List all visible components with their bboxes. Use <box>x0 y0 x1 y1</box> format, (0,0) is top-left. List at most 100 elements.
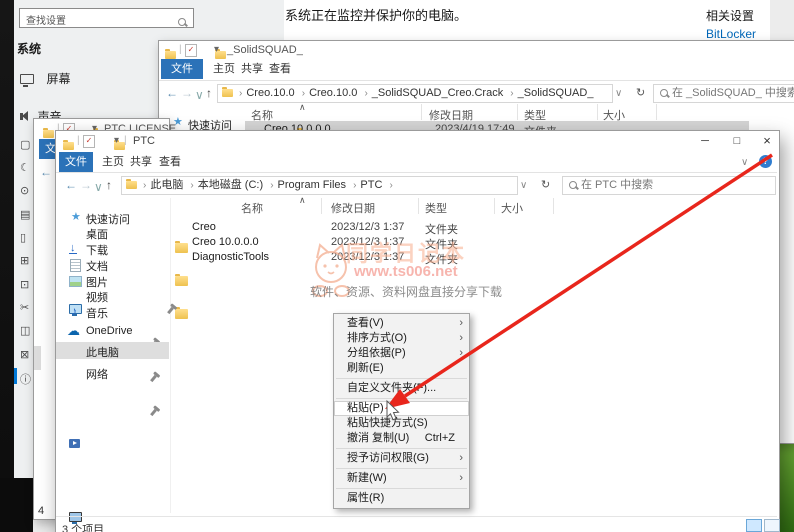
ribbon-expand-icon[interactable]: ∨ <box>741 157 748 168</box>
ribbon-tab-share[interactable]: 共享 <box>130 152 152 172</box>
context-menu-item-refresh[interactable]: 刷新(E) <box>334 361 469 376</box>
folder-icon <box>43 130 54 138</box>
context-menu-item-undo-copy[interactable]: 撤消 复制(U) Ctrl+Z <box>334 431 469 446</box>
status-item-count: 4 <box>38 505 44 517</box>
remote-desktop-icon[interactable]: ⊠ <box>20 348 29 361</box>
tablet-icon[interactable]: ▯ <box>20 231 26 244</box>
ribbon-tab-file[interactable]: 文件 <box>161 59 203 79</box>
ribbon-tab-home[interactable]: 主页 <box>213 59 235 79</box>
folder-icon <box>175 309 188 319</box>
shared-experiences-icon[interactable]: ✂ <box>20 301 29 314</box>
ribbon-tab-home[interactable]: 主页 <box>102 152 124 172</box>
address-dropdown-icon[interactable]: ∨ <box>615 88 622 99</box>
file-name[interactable]: Creo <box>192 221 216 233</box>
help-icon[interactable]: ? <box>759 155 772 168</box>
up-button[interactable]: ↑ <box>206 86 212 100</box>
properties-icon[interactable]: ✓ <box>83 135 95 148</box>
documents-icon <box>70 259 81 272</box>
search-box[interactable]: 在 PTC 中搜索 <box>562 176 776 195</box>
breadcrumb-item[interactable]: Creo.10.0 <box>309 87 357 99</box>
column-header-type[interactable]: 类型 <box>425 200 447 216</box>
storage-icon[interactable]: ▤ <box>20 208 30 221</box>
menu-item-label: 授予访问权限(G) <box>347 452 429 464</box>
search-icon <box>178 18 186 26</box>
refresh-icon[interactable]: ↻ <box>541 178 550 191</box>
column-header-name[interactable]: 名称 <box>241 200 263 216</box>
maximize-button[interactable]: □ <box>724 131 750 151</box>
menu-item-label: 查看(V) <box>347 317 384 329</box>
up-button[interactable]: ↑ <box>106 178 112 192</box>
minimize-button[interactable]: ─ <box>692 131 718 151</box>
scrollbar-thumb[interactable] <box>34 346 41 370</box>
breadcrumb-item[interactable]: _SolidSQUAD_ <box>518 87 594 99</box>
breadcrumb-item[interactable]: PTC <box>360 179 382 191</box>
back-button[interactable]: ← <box>65 178 77 192</box>
about-icon[interactable]: ⓘ <box>20 371 31 387</box>
properties-icon[interactable]: ✓ <box>185 44 197 57</box>
context-menu-item-new[interactable]: 新建(W) › <box>334 471 469 486</box>
sort-ascending-icon: ∧ <box>299 195 306 206</box>
file-date: 2023/12/3 1:37 <box>331 221 404 233</box>
context-menu-item-properties[interactable]: 属性(R) <box>334 491 469 506</box>
qat-dropdown-icon[interactable]: ▾ <box>114 135 119 146</box>
sidebar-quick-access[interactable]: 快速访问 <box>86 211 130 227</box>
details-view-button[interactable] <box>746 519 762 532</box>
breadcrumb-item[interactable]: Program Files <box>278 179 346 191</box>
forward-button[interactable]: → <box>181 86 193 100</box>
refresh-icon[interactable]: ↻ <box>636 86 645 99</box>
qat-dropdown-icon[interactable]: ▾ <box>214 44 219 55</box>
projecting-icon[interactable]: ⊡ <box>20 278 29 291</box>
selected-nav-indicator <box>14 368 17 384</box>
sidebar-item-label: 视频 <box>86 289 108 305</box>
sidebar-item-downloads[interactable]: ↓ 下载 <box>56 221 779 239</box>
clipboard-icon[interactable]: ◫ <box>20 324 30 337</box>
settings-search-input[interactable]: 查找设置 <box>19 8 194 28</box>
breadcrumb-item[interactable]: 本地磁盘 (C:) <box>198 179 263 191</box>
focus-assist-icon[interactable]: ☾ <box>20 161 30 174</box>
address-dropdown-icon[interactable]: ∨ <box>520 180 527 191</box>
back-button[interactable]: ← <box>40 165 52 179</box>
settings-nav-display[interactable]: 屏幕 <box>20 70 70 88</box>
back-button[interactable]: ← <box>166 86 178 100</box>
sidebar-item-documents[interactable]: 文档 <box>56 239 779 257</box>
crumb-separator-icon: › <box>266 180 277 191</box>
breadcrumb-item[interactable]: Creo.10.0 <box>246 87 294 99</box>
close-button[interactable]: × <box>754 131 780 151</box>
column-header-date[interactable]: 修改日期 <box>331 200 375 216</box>
address-bar[interactable]: ›Creo.10.0 ›Creo.10.0 ›_SolidSQUAD_Creo.… <box>217 84 613 103</box>
file-name[interactable]: Creo 10.0.0.0 <box>192 236 259 248</box>
crumb-separator-icon: › <box>385 180 396 191</box>
column-header-size[interactable]: 大小 <box>501 200 523 216</box>
context-menu-item-sort-by[interactable]: 排序方式(O) › <box>334 331 469 346</box>
recent-locations-dropdown[interactable]: ∨ <box>195 88 204 102</box>
context-menu-item-group-by[interactable]: 分组依据(P) › <box>334 346 469 361</box>
search-box[interactable]: 在 _SolidSQUAD_ 中搜索 <box>653 84 794 103</box>
search-placeholder: 在 PTC 中搜索 <box>581 179 653 191</box>
context-menu-item-customize-folder[interactable]: 自定义文件夹(F)... <box>334 381 469 396</box>
file-name[interactable]: DiagnosticTools <box>192 251 269 263</box>
notifications-icon[interactable]: ▢ <box>20 138 30 151</box>
sidebar-item-pictures[interactable]: 图片 <box>56 257 779 275</box>
recent-locations-dropdown[interactable]: ∨ <box>94 180 103 194</box>
context-menu-item-paste-shortcut[interactable]: 粘贴快捷方式(S) <box>334 416 469 431</box>
security-status-text: 系统正在监控并保护你的电脑。 <box>285 5 467 24</box>
multitasking-icon[interactable]: ⊞ <box>20 254 29 267</box>
context-menu-item-paste[interactable]: 粘贴(P) <box>334 401 469 416</box>
sidebar-item-videos[interactable]: 视频 <box>56 275 779 293</box>
ribbon-tab-file[interactable]: 文件 <box>59 152 93 172</box>
context-menu-item-give-access[interactable]: 授予访问权限(G) › <box>334 451 469 466</box>
ribbon-tab-share[interactable]: 共享 <box>241 59 263 79</box>
address-bar[interactable]: ›此电脑 ›本地磁盘 (C:) ›Program Files ›PTC › <box>121 176 518 195</box>
breadcrumb-item[interactable]: 此电脑 <box>150 179 183 191</box>
ribbon-tab-view[interactable]: 查看 <box>269 59 291 79</box>
power-sleep-icon[interactable]: ⊙ <box>20 184 29 197</box>
sidebar-item-label: 此电脑 <box>86 344 119 360</box>
desktop-bottom-left <box>0 478 33 532</box>
thumbnail-view-button[interactable] <box>764 519 780 532</box>
sidebar-item-this-pc[interactable]: 此电脑 <box>56 293 779 311</box>
context-menu-item-view[interactable]: 查看(V) › <box>334 316 469 331</box>
ribbon-tab-view[interactable]: 查看 <box>159 152 181 172</box>
breadcrumb-item[interactable]: _SolidSQUAD_Creo.Crack <box>372 87 503 99</box>
forward-button[interactable]: → <box>80 178 92 192</box>
context-menu: 查看(V) › 排序方式(O) › 分组依据(P) › 刷新(E) 自定义文件夹… <box>333 313 470 509</box>
